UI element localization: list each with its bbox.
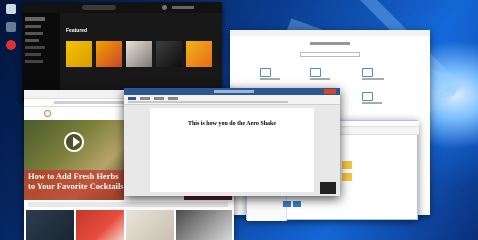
avatar[interactable] — [162, 5, 167, 10]
play-triangle-icon — [73, 137, 80, 147]
section-title: Featured — [66, 28, 88, 34]
word-titlebar — [124, 88, 340, 95]
app-icon — [6, 22, 16, 32]
drive-icon[interactable] — [283, 201, 291, 207]
spotify-window[interactable]: Featured — [22, 2, 222, 102]
spotify-sidebar — [22, 13, 60, 102]
settings-label — [362, 102, 382, 104]
close-button[interactable] — [324, 89, 336, 94]
album-cover[interactable] — [126, 41, 152, 67]
accounts-icon[interactable] — [362, 92, 373, 101]
site-logo-icon[interactable] — [44, 110, 51, 117]
thumbnail[interactable] — [76, 210, 124, 240]
system-icon[interactable] — [260, 68, 271, 77]
app-shortcut-2[interactable] — [3, 40, 19, 50]
settings-titlebar — [230, 30, 430, 36]
sidebar-item[interactable] — [25, 53, 41, 56]
folder-icon[interactable] — [342, 161, 352, 169]
app-shortcut[interactable] — [3, 22, 19, 32]
settings-label — [310, 78, 330, 80]
drive-icon[interactable] — [293, 201, 301, 207]
username — [172, 6, 194, 9]
album-cover[interactable] — [156, 41, 182, 67]
tab[interactable] — [168, 97, 178, 100]
recycle-bin-shortcut[interactable] — [3, 4, 19, 14]
sidebar-item[interactable] — [25, 25, 41, 28]
network-icon[interactable] — [362, 68, 373, 77]
sidebar-item[interactable] — [25, 46, 45, 49]
search-input[interactable] — [300, 52, 360, 57]
sidebar-item[interactable] — [25, 39, 39, 42]
file-tab[interactable] — [128, 97, 136, 100]
album-cover[interactable] — [66, 41, 92, 67]
url-text — [54, 101, 124, 104]
devices-icon[interactable] — [310, 68, 321, 77]
formatting-toolbar[interactable] — [128, 101, 288, 103]
word-window[interactable]: This is how you do the Aero Shake — [124, 88, 340, 196]
thumbnail[interactable] — [176, 210, 232, 240]
settings-title — [310, 42, 350, 45]
thumbnail[interactable] — [126, 210, 174, 240]
document-page[interactable]: This is how you do the Aero Shake — [150, 108, 314, 192]
search-input[interactable] — [82, 5, 116, 10]
document-title — [214, 90, 254, 93]
article-title: How to Add Fresh Herbs to Your Favorite … — [28, 171, 124, 191]
word-ribbon — [124, 95, 340, 105]
document-text: This is how you do the Aero Shake — [187, 121, 277, 127]
spotify-topbar — [22, 2, 222, 13]
section-divider — [28, 202, 228, 207]
settings-label — [362, 78, 384, 80]
folder-icon[interactable] — [342, 173, 352, 181]
app-icon — [6, 40, 16, 50]
thumbnail[interactable] — [26, 210, 74, 240]
recycle-bin-icon — [6, 4, 16, 14]
sidebar-item[interactable] — [25, 32, 43, 35]
album-cover[interactable] — [96, 41, 122, 67]
album-cover[interactable] — [186, 41, 212, 67]
feedback-button[interactable] — [320, 182, 336, 194]
settings-label — [260, 78, 280, 80]
tab[interactable] — [154, 97, 164, 100]
sidebar-item[interactable] — [25, 60, 43, 63]
tab[interactable] — [140, 97, 150, 100]
sidebar-item[interactable] — [25, 17, 45, 21]
